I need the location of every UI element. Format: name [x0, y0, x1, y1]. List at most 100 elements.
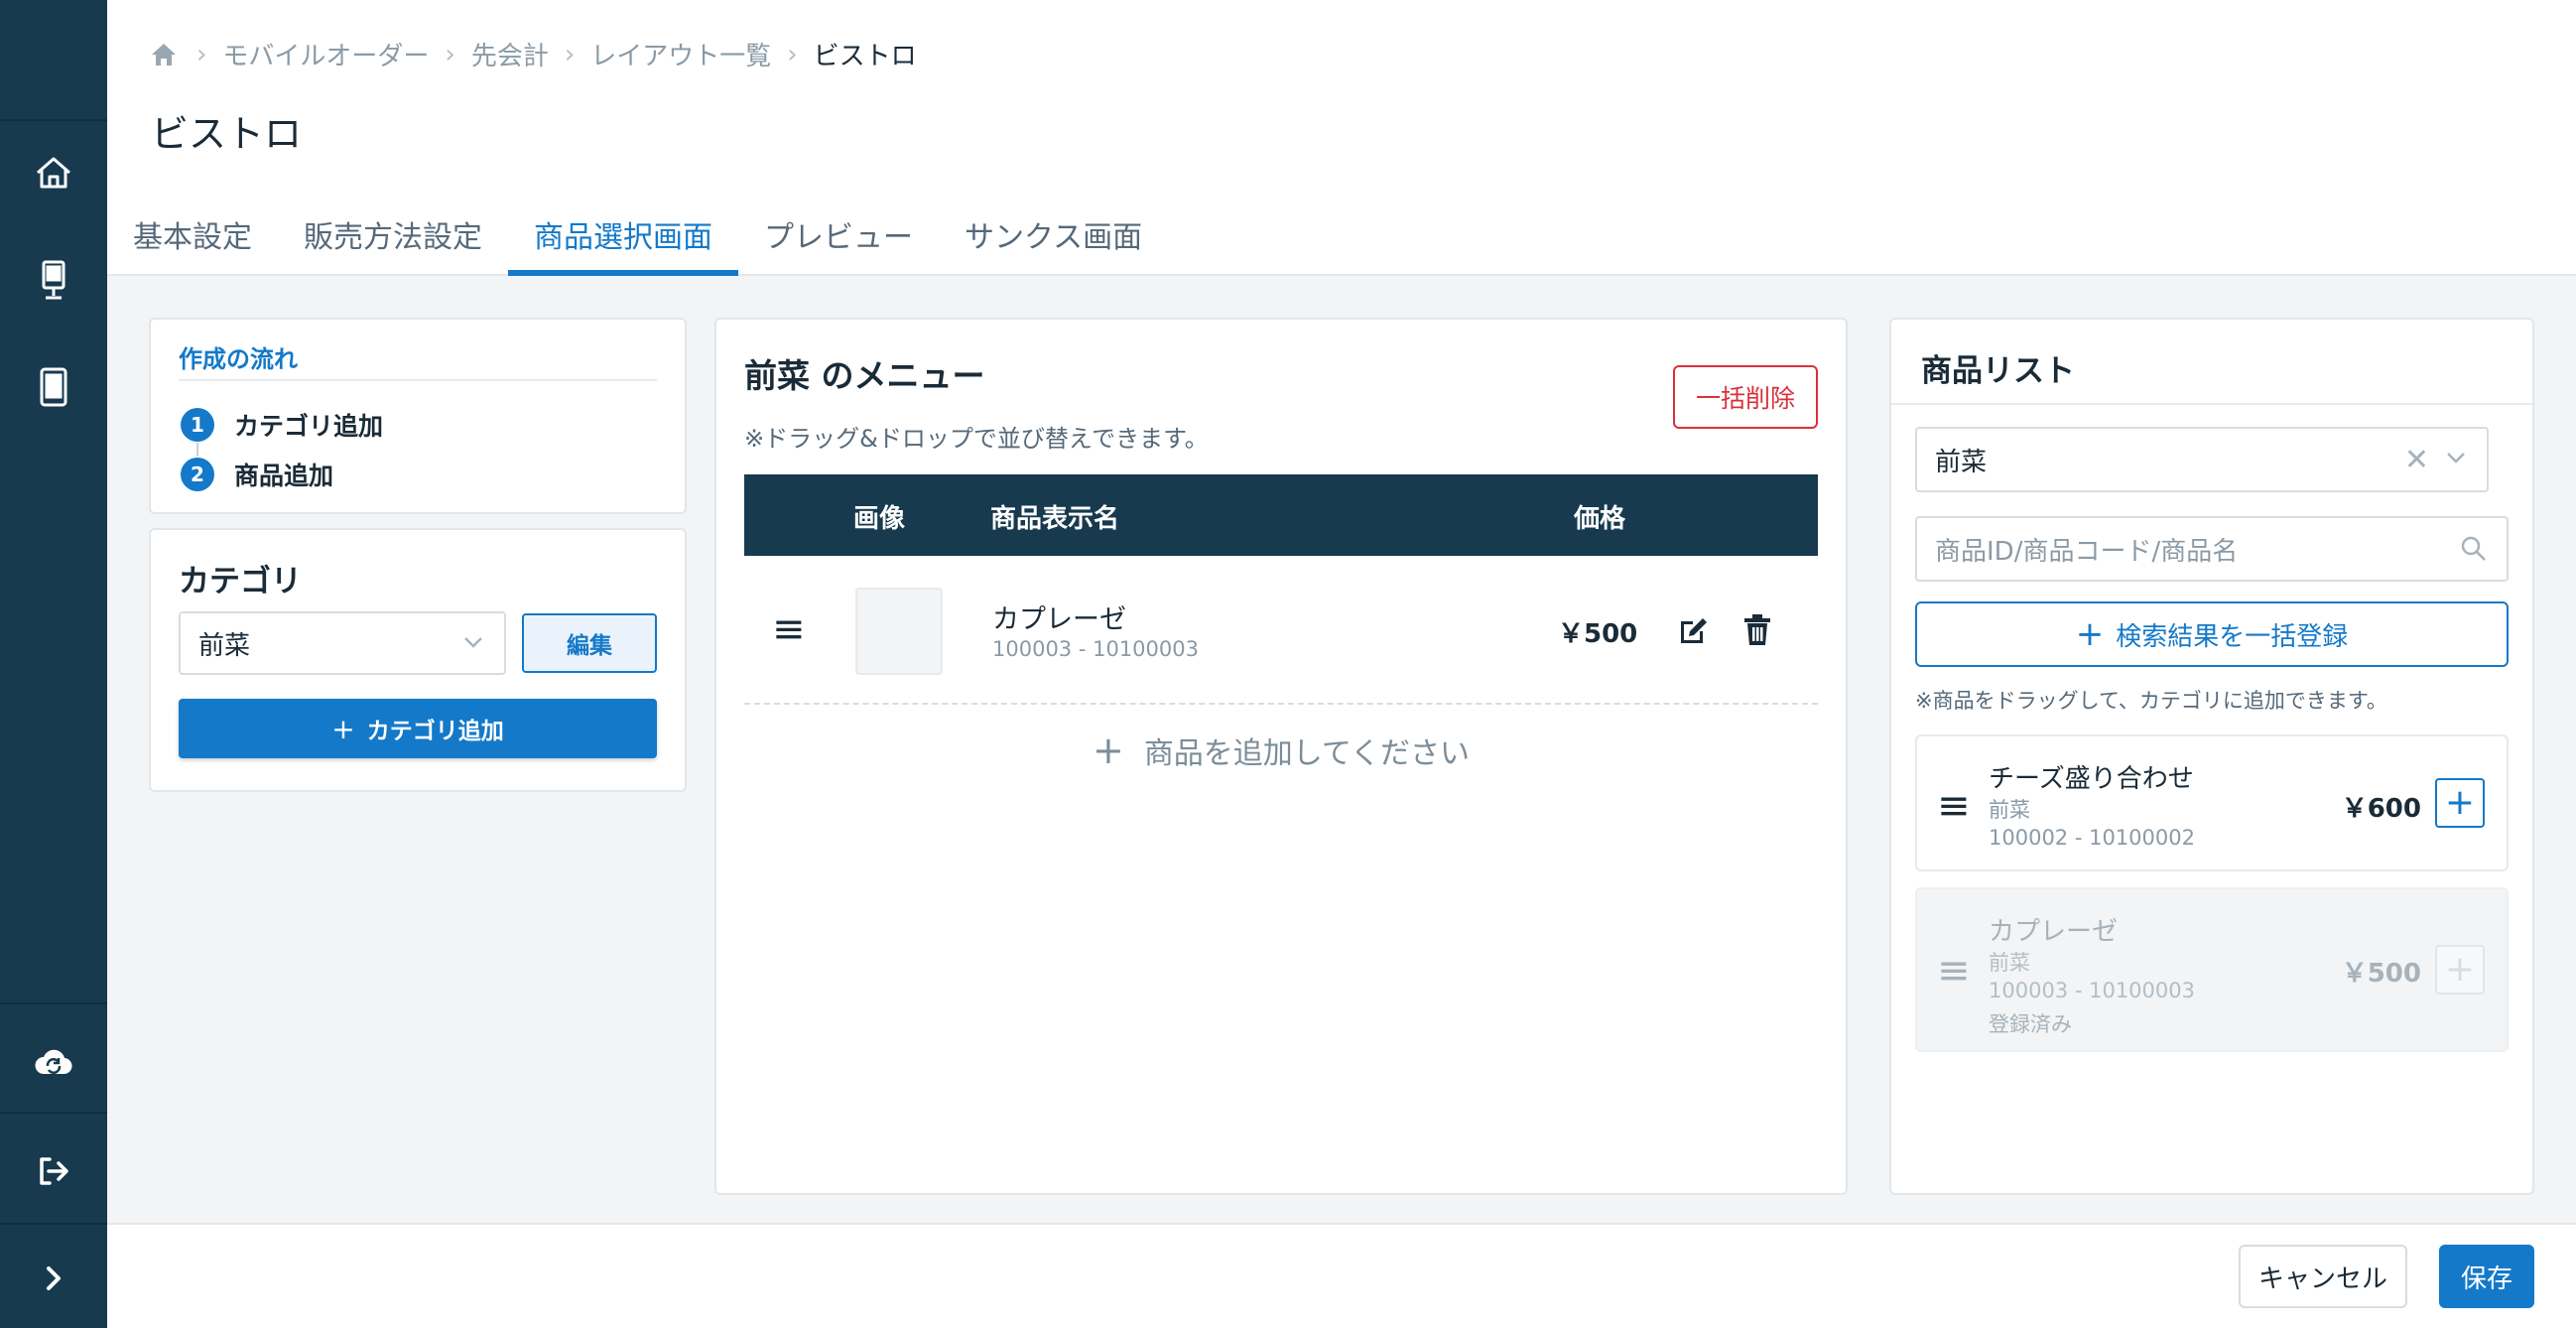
sidebar-divider	[0, 1002, 107, 1004]
step-connector	[196, 443, 198, 457]
chevron-down-icon	[2443, 445, 2469, 477]
search-icon	[2459, 534, 2489, 571]
product-list-note: ※商品をドラッグして、カテゴリに追加できます。	[1915, 689, 2387, 713]
breadcrumb-separator: ›	[445, 39, 455, 69]
cancel-button[interactable]: キャンセル	[2239, 1245, 2407, 1308]
menu-title: 前菜 のメニュー	[744, 356, 985, 395]
sidebar-kiosk-button[interactable]	[0, 246, 107, 314]
add-product-label: 商品を追加してください	[1143, 736, 1471, 771]
tab-bar: 基本設定 販売方法設定 商品選択画面 プレビュー サンクス画面	[107, 202, 1168, 276]
chevron-down-icon	[460, 629, 486, 662]
tablet-icon	[40, 367, 67, 407]
column-header-image: 画像	[853, 504, 906, 534]
breadcrumb-item[interactable]: 先会計	[471, 36, 549, 72]
product-search-input[interactable]: 商品ID/商品コード/商品名	[1915, 516, 2509, 582]
product-price: ￥500	[1558, 619, 1638, 649]
category-filter-select[interactable]: 前菜 ✕	[1915, 427, 2489, 492]
plus-icon: +	[331, 712, 355, 745]
add-product-button[interactable]: + 商品を追加してください	[744, 721, 1818, 780]
search-placeholder: 商品ID/商品コード/商品名	[1935, 536, 2239, 567]
list-item-category: 前菜	[1989, 951, 2030, 975]
divider	[1891, 403, 2532, 405]
category-filter-value: 前菜	[1935, 447, 1988, 477]
plus-icon: +	[1092, 729, 1124, 772]
tab-preview[interactable]: プレビュー	[738, 202, 939, 276]
add-item-button: +	[2435, 945, 2485, 995]
tab-thanks-screen[interactable]: サンクス画面	[939, 202, 1168, 276]
home-breadcrumb-icon[interactable]	[149, 40, 179, 69]
sidebar-divider	[0, 119, 107, 121]
divider	[179, 379, 657, 381]
footer-bar: キャンセル 保存	[107, 1223, 2576, 1328]
edit-icon[interactable]	[1675, 611, 1713, 649]
list-item: ≡ カプレーゼ 前菜 100003 - 10100003 登録済み ￥500 +	[1915, 887, 2509, 1052]
breadcrumb-current: ビストロ	[813, 42, 917, 71]
save-button[interactable]: 保存	[2439, 1245, 2534, 1308]
flow-title: 作成の流れ	[179, 345, 298, 373]
category-select-value: 前菜	[198, 630, 251, 661]
trash-icon[interactable]	[1739, 611, 1776, 649]
list-item-name: チーズ盛り合わせ	[1989, 764, 2194, 794]
step-number: 2	[181, 458, 214, 491]
bulk-register-label: 検索結果を一括登録	[2116, 621, 2349, 652]
logout-icon	[40, 1157, 68, 1185]
add-item-button[interactable]: +	[2435, 778, 2485, 828]
step-label: カテゴリ追加	[234, 412, 384, 441]
column-header-price: 価格	[1574, 504, 1626, 534]
chevron-right-icon	[47, 1266, 61, 1290]
drag-handle-icon[interactable]: ≡	[1937, 786, 1971, 826]
category-panel: カテゴリ 前菜 編集 + カテゴリ追加	[149, 528, 687, 792]
cloud-sync-icon	[35, 1049, 72, 1075]
breadcrumb-separator: ›	[564, 39, 576, 69]
drag-handle-icon[interactable]: ≡	[772, 609, 806, 649]
breadcrumb-item[interactable]: モバイルオーダー	[222, 36, 429, 72]
flow-step: 1 カテゴリ追加	[181, 407, 383, 443]
product-name: カプレーゼ	[992, 604, 1126, 635]
category-select[interactable]: 前菜	[179, 611, 506, 675]
product-code: 100003 - 10100003	[992, 637, 1199, 661]
page-title: ビストロ	[151, 112, 303, 156]
home-icon	[37, 157, 70, 189]
add-category-button[interactable]: + カテゴリ追加	[179, 699, 657, 758]
list-item-code: 100003 - 10100003	[1989, 979, 2195, 1002]
step-number: 1	[181, 408, 214, 442]
list-item-name: カプレーゼ	[1989, 917, 2119, 947]
kiosk-icon	[42, 260, 65, 300]
list-item-status: 登録済み	[1989, 1012, 2072, 1036]
product-list-panel: 商品リスト 前菜 ✕ 商品ID/商品コード/商品名 + 検索結果を一括登録 ※商…	[1889, 318, 2534, 1195]
sidebar-divider	[0, 1223, 107, 1225]
category-title: カテゴリ	[179, 564, 302, 599]
bulk-delete-button[interactable]: 一括削除	[1673, 365, 1818, 429]
tab-basic-settings[interactable]: 基本設定	[107, 202, 278, 276]
table-row[interactable]: ≡ カプレーゼ 100003 - 10100003 ￥500	[744, 558, 1818, 705]
sidebar-home-button[interactable]	[0, 139, 107, 206]
product-thumbnail	[855, 588, 943, 675]
menu-panel: 前菜 のメニュー 一括削除 ※ドラッグ&ドロップで並び替えできます。 画像 商品…	[714, 318, 1848, 1195]
list-item-code: 100002 - 10100002	[1989, 826, 2195, 850]
list-item[interactable]: ≡ チーズ盛り合わせ 前菜 100002 - 10100002 ￥600 +	[1915, 734, 2509, 871]
sidebar-tablet-button[interactable]	[0, 353, 107, 421]
list-item-price: ￥500	[2341, 959, 2421, 989]
add-category-label: カテゴリ追加	[366, 719, 504, 744]
plus-icon: +	[2075, 614, 2105, 654]
breadcrumb-separator: ›	[196, 39, 207, 69]
sidebar-divider	[0, 1112, 107, 1114]
list-item-category: 前菜	[1989, 798, 2030, 822]
sidebar-expand-button[interactable]	[0, 1245, 107, 1312]
breadcrumb-separator: ›	[787, 39, 798, 69]
step-label: 商品追加	[234, 462, 334, 490]
bulk-register-button[interactable]: + 検索結果を一括登録	[1915, 601, 2509, 667]
column-header-name: 商品表示名	[990, 504, 1120, 534]
page-header: › モバイルオーダー › 先会計 › レイアウト一覧 › ビストロ ビストロ 基…	[107, 0, 2576, 276]
list-item-price: ￥600	[2341, 794, 2421, 824]
breadcrumb-item[interactable]: レイアウト一覧	[590, 36, 771, 72]
sidebar-logout-button[interactable]	[0, 1137, 107, 1205]
flow-panel: 作成の流れ 1 カテゴリ追加 2 商品追加	[149, 318, 687, 514]
tab-product-selection[interactable]: 商品選択画面	[508, 202, 738, 276]
edit-category-button[interactable]: 編集	[522, 613, 657, 673]
clear-icon[interactable]: ✕	[2404, 443, 2429, 477]
sidebar-sync-button[interactable]	[0, 1028, 107, 1096]
tab-sales-method[interactable]: 販売方法設定	[278, 202, 508, 276]
menu-note: ※ドラッグ&ドロップで並び替えできます。	[744, 425, 1209, 453]
sidebar	[0, 0, 107, 1328]
